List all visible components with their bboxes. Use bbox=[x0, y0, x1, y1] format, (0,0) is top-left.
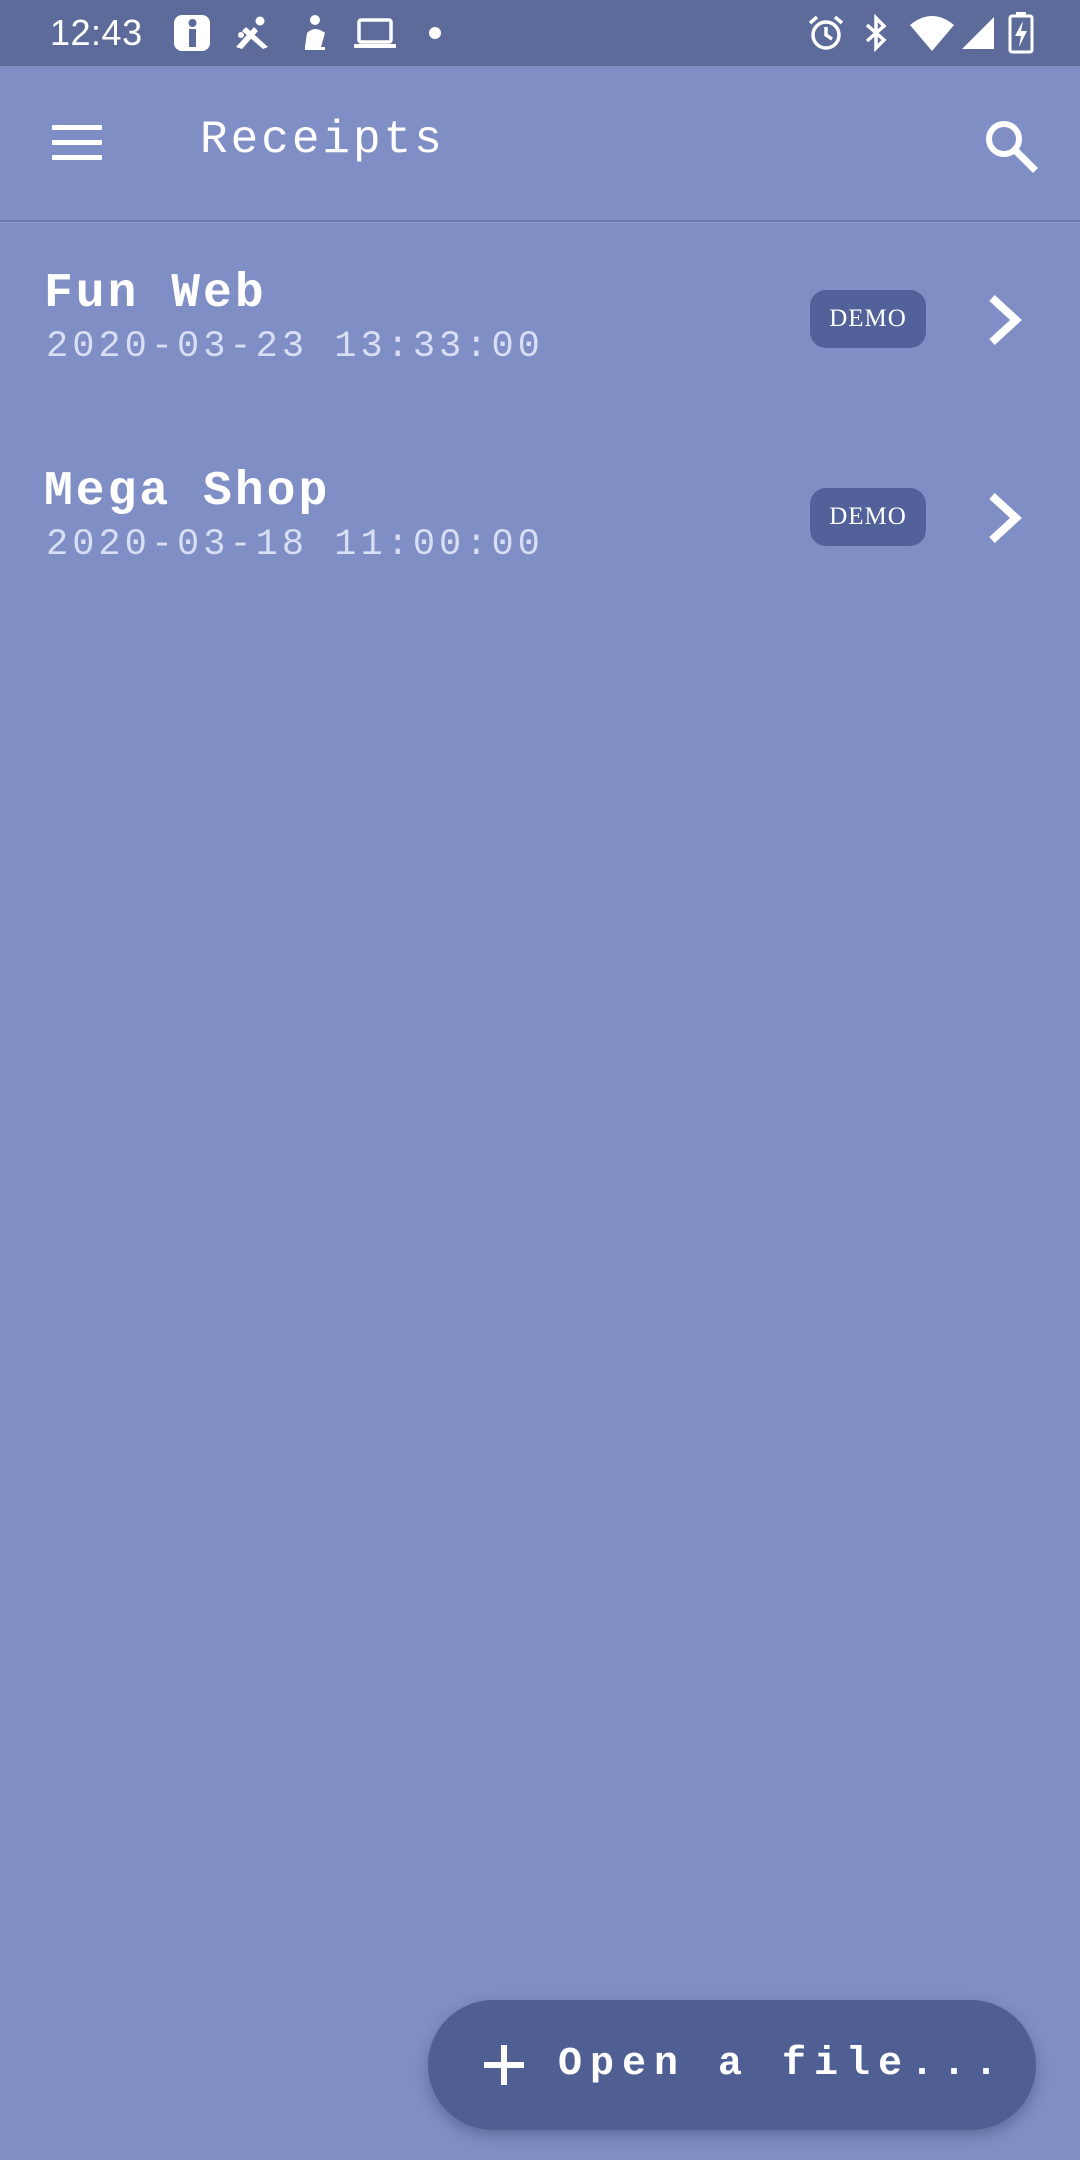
status-time: 12:43 bbox=[50, 12, 143, 53]
wifi-icon bbox=[908, 13, 956, 53]
info-app-icon bbox=[172, 13, 212, 53]
dot-icon bbox=[425, 13, 445, 53]
stork-icon bbox=[295, 13, 335, 53]
page-title: Receipts bbox=[200, 114, 445, 166]
menu-icon[interactable] bbox=[32, 111, 122, 175]
alarm-icon bbox=[806, 13, 846, 53]
open-file-button[interactable]: Open a file... bbox=[428, 2000, 1036, 2130]
laptop-icon bbox=[352, 13, 398, 53]
bluetooth-icon bbox=[860, 13, 892, 53]
demo-badge: DEMO bbox=[810, 290, 926, 348]
chevron-right-icon[interactable] bbox=[980, 292, 1028, 348]
app-bar: Receipts bbox=[0, 66, 1080, 222]
list-item[interactable]: Fun Web 2020-03-23 13:33:00 DEMO bbox=[0, 222, 1080, 412]
receipt-datetime: 2020-03-18 11:00:00 bbox=[46, 524, 544, 566]
status-bar: 12:43 bbox=[0, 0, 1080, 66]
caixabank-icon bbox=[232, 13, 272, 53]
open-file-label: Open a file... bbox=[558, 2042, 1007, 2087]
chevron-right-icon[interactable] bbox=[980, 490, 1028, 546]
cell-signal-icon bbox=[958, 13, 998, 53]
receipt-datetime: 2020-03-23 13:33:00 bbox=[46, 326, 544, 368]
receipt-name: Mega Shop bbox=[44, 465, 331, 519]
receipt-name: Fun Web bbox=[44, 267, 267, 321]
battery-charging-icon bbox=[1008, 12, 1034, 54]
search-icon[interactable] bbox=[980, 115, 1040, 175]
demo-badge: DEMO bbox=[810, 488, 926, 546]
plus-icon bbox=[482, 2043, 526, 2087]
list-item[interactable]: Mega Shop 2020-03-18 11:00:00 DEMO bbox=[0, 420, 1080, 610]
